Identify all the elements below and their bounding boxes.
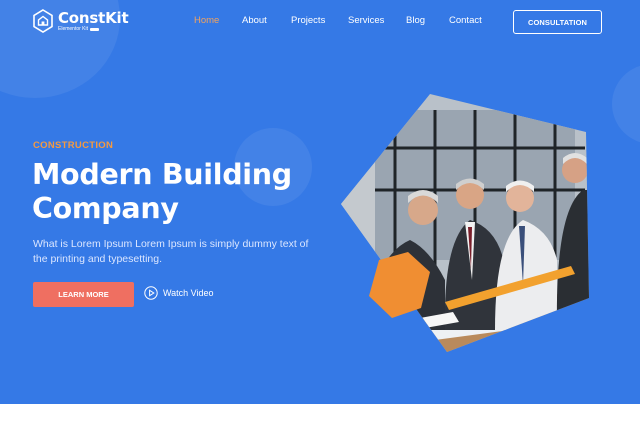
hero-description: What is Lorem Ipsum Lorem Ipsum is simpl… [33, 238, 309, 265]
hero-section: ConstKit Elementor Kit Home About Projec… [0, 0, 640, 404]
nav-blog[interactable]: Blog [406, 15, 425, 26]
play-icon [144, 286, 158, 300]
nav-home[interactable]: Home [194, 15, 219, 26]
decorative-circle [612, 64, 640, 144]
hero-title: Modern Building Company [32, 158, 332, 226]
watch-video-button[interactable]: Watch Video [144, 286, 214, 300]
nav-about[interactable]: About [242, 15, 267, 26]
consultation-button[interactable]: CONSULTATION [513, 10, 602, 34]
meeting-photo [341, 94, 589, 352]
hero-title-line: Modern Building [32, 158, 292, 191]
logo-house-icon [33, 9, 53, 33]
logo[interactable]: ConstKit Elementor Kit [33, 8, 129, 33]
navbar: ConstKit Elementor Kit Home About Projec… [0, 0, 640, 44]
brand-tagline: Elementor Kit [58, 26, 128, 32]
nav-projects[interactable]: Projects [291, 15, 325, 26]
nav-contact[interactable]: Contact [449, 15, 482, 26]
watch-video-label: Watch Video [163, 288, 214, 298]
hero-eyebrow: CONSTRUCTION [33, 140, 114, 151]
hero-title-line: Company [32, 192, 179, 225]
brand-name: ConstKit [58, 8, 129, 27]
learn-more-button[interactable]: LEARN MORE [33, 282, 134, 307]
nav-services[interactable]: Services [348, 15, 384, 26]
